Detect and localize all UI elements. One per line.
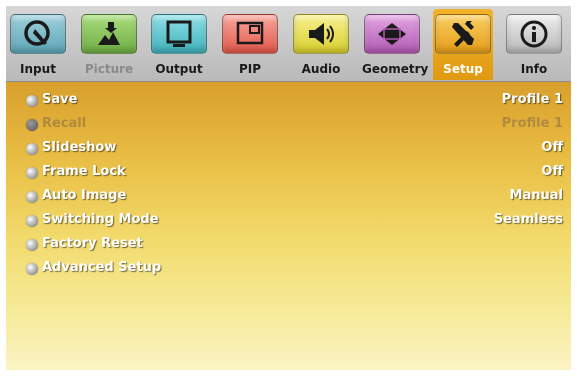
- setup-menu-panel: Save Profile 1 Recall Profile 1 Slidesho…: [6, 82, 571, 370]
- picture-tab-button[interactable]: [81, 14, 137, 54]
- pip-icon: [236, 21, 264, 45]
- menu-item-label: Recall: [42, 116, 87, 131]
- tab-output[interactable]: Output: [149, 14, 209, 80]
- menu-item-value: Off: [541, 164, 563, 179]
- tab-label: Picture: [84, 62, 134, 76]
- geometry-icon: [378, 23, 406, 45]
- menu-item-switching-mode[interactable]: Switching Mode Seamless: [6, 210, 571, 232]
- picture-icon: [98, 22, 120, 45]
- menu-item-value: Seamless: [493, 212, 563, 227]
- menu-item-factory-reset[interactable]: Factory Reset: [6, 234, 571, 256]
- menu-item-advanced-setup[interactable]: Advanced Setup: [6, 258, 571, 280]
- bullet-icon: [26, 119, 38, 131]
- tab-pip[interactable]: PIP: [220, 14, 280, 80]
- menu-item-frame-lock[interactable]: Frame Lock Off: [6, 162, 571, 184]
- geometry-tab-button[interactable]: [364, 14, 420, 54]
- audio-tab-button[interactable]: [293, 14, 349, 54]
- tab-label: Input: [20, 62, 56, 76]
- output-icon: [166, 20, 192, 47]
- tab-picture[interactable]: Picture: [79, 14, 139, 80]
- menu-item-label: Auto Image: [42, 188, 127, 203]
- setup-tab-button[interactable]: [435, 14, 491, 54]
- menu-item-label: Switching Mode: [42, 212, 159, 227]
- bullet-icon: [26, 191, 38, 203]
- tab-bar: Input Picture Output PIP Audio Geometry …: [6, 6, 571, 82]
- tab-audio[interactable]: Audio: [291, 14, 351, 80]
- input-icon: [24, 20, 50, 46]
- bullet-icon: [26, 95, 38, 107]
- menu-item-value: Manual: [509, 188, 563, 203]
- tab-label: Info: [520, 62, 548, 76]
- tab-label: Geometry: [362, 62, 429, 76]
- menu-item-value: Profile 1: [501, 116, 563, 131]
- tab-label: Output: [155, 62, 203, 76]
- tab-geometry[interactable]: Geometry: [362, 14, 429, 80]
- audio-icon: [309, 23, 334, 45]
- setup-icon: [452, 21, 474, 47]
- tab-info[interactable]: Info: [504, 14, 564, 80]
- bullet-icon: [26, 263, 38, 275]
- tab-label: Setup: [443, 62, 483, 76]
- menu-item-value: Profile 1: [501, 92, 563, 107]
- menu-item-label: Factory Reset: [42, 236, 143, 251]
- menu-item-slideshow[interactable]: Slideshow Off: [6, 138, 571, 160]
- menu-item-value: Off: [541, 140, 563, 155]
- tab-input[interactable]: Input: [8, 14, 68, 80]
- osd-menu-window: Input Picture Output PIP Audio Geometry …: [6, 6, 571, 370]
- bullet-icon: [26, 215, 38, 227]
- tab-label: Audio: [301, 62, 341, 76]
- menu-item-label: Save: [42, 92, 78, 107]
- menu-item-recall[interactable]: Recall Profile 1: [6, 114, 571, 136]
- pip-tab-button[interactable]: [222, 14, 278, 54]
- bullet-icon: [26, 167, 38, 179]
- tab-setup[interactable]: Setup: [433, 9, 493, 80]
- menu-item-save[interactable]: Save Profile 1: [6, 90, 571, 112]
- output-tab-button[interactable]: [151, 14, 207, 54]
- menu-item-label: Slideshow: [42, 140, 117, 155]
- bullet-icon: [26, 143, 38, 155]
- info-tab-button[interactable]: [506, 14, 562, 54]
- info-icon: [520, 20, 548, 48]
- menu-item-label: Frame Lock: [42, 164, 126, 179]
- menu-item-label: Advanced Setup: [42, 260, 162, 275]
- bullet-icon: [26, 239, 38, 251]
- input-tab-button[interactable]: [10, 14, 66, 54]
- menu-item-auto-image[interactable]: Auto Image Manual: [6, 186, 571, 208]
- tab-label: PIP: [238, 62, 262, 76]
